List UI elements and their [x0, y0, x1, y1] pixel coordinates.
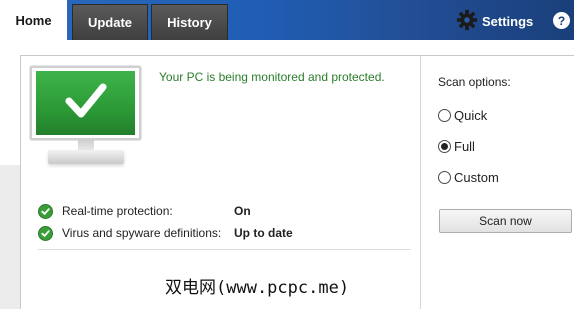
tab-home[interactable]: Home: [0, 0, 67, 41]
radio-label: Quick: [454, 107, 488, 123]
scan-options-title: Scan options:: [438, 75, 511, 89]
status-value: Up to date: [234, 226, 293, 240]
radio-button-selected[interactable]: [438, 139, 451, 153]
monitor-check-icon: [30, 66, 141, 140]
check-circle-icon: [38, 225, 53, 241]
panel-divider: [420, 56, 421, 309]
scan-now-button[interactable]: Scan now: [439, 209, 572, 233]
status-row-realtime: Real-time protection: On: [38, 203, 251, 219]
scan-option-full[interactable]: Full: [438, 138, 475, 154]
status-label: Real-time protection:: [62, 204, 173, 218]
checkmark-icon: [65, 83, 107, 118]
watermark-text: 双电网(www.pcpc.me): [165, 278, 350, 298]
status-divider: [38, 249, 411, 250]
radio-label: Custom: [454, 169, 499, 185]
radio-button[interactable]: [438, 108, 451, 122]
status-label: Virus and spyware definitions:: [62, 226, 222, 240]
gear-icon: [456, 9, 478, 34]
scan-option-quick[interactable]: Quick: [438, 107, 487, 123]
monitor-base: [48, 150, 124, 164]
tab-update[interactable]: Update: [72, 4, 148, 40]
scan-option-custom[interactable]: Custom: [438, 169, 499, 185]
help-icon[interactable]: ?: [553, 12, 570, 29]
settings-label: Settings: [482, 13, 534, 29]
radio-button[interactable]: [438, 170, 451, 184]
settings-button[interactable]: Settings: [456, 9, 534, 34]
tab-history[interactable]: History: [151, 4, 228, 40]
radio-label: Full: [454, 138, 475, 154]
status-value: On: [234, 204, 251, 218]
left-margin-lower: [0, 165, 20, 309]
check-circle-icon: [38, 203, 53, 219]
protection-status-message: Your PC is being monitored and protected…: [159, 70, 385, 84]
status-row-definitions: Virus and spyware definitions: Up to dat…: [38, 225, 293, 241]
monitor-screen: [36, 71, 135, 135]
monitor-stand: [78, 140, 94, 150]
radio-dot: [441, 142, 448, 150]
